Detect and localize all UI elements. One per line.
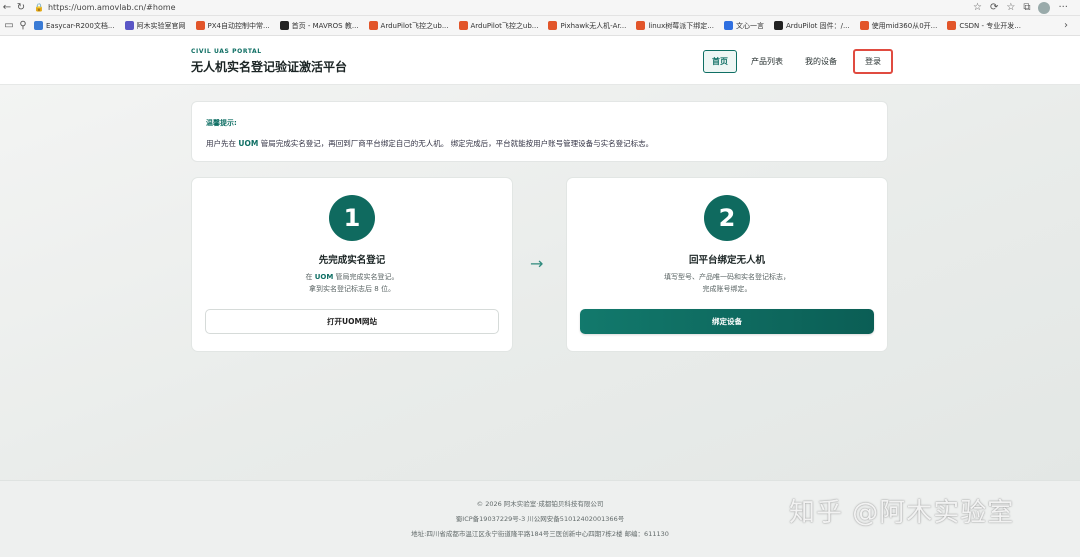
nav-home[interactable]: 首页 — [703, 50, 737, 73]
bookmark-item[interactable]: 文心一言 — [723, 21, 764, 31]
bookmarks-bar: ▭ ⚲ Easycar-R200文档... 阿木实验室官网 PX4自动控制中常...… — [0, 16, 1080, 36]
step-desc-uom: UOM — [314, 273, 334, 281]
bookmark-favicon-icon — [368, 21, 378, 30]
notice-body-suffix: 管局完成实名登记，再回到厂商平台绑定自己的无人机。 绑定完成后，平台就能按用户账… — [260, 139, 654, 148]
bookmark-label: 文心一言 — [735, 21, 764, 30]
zhihu-watermark: 知乎 @阿木实验室 — [789, 498, 1015, 528]
bookmarks-overflow-icon[interactable]: › — [1064, 20, 1068, 31]
step-card-register: 1 先完成实名登记 在 UOM 管局完成实名登记。 拿到实名登记标志后 8 位。… — [191, 177, 513, 352]
lock-icon: 🔒 — [34, 3, 44, 12]
step-desc-line2: 完成账号绑定。 — [702, 285, 752, 293]
notice-body-uom: UOM — [238, 139, 259, 148]
search-icon[interactable]: ⚲ — [16, 19, 30, 33]
back-icon[interactable]: ← — [0, 1, 14, 15]
step-desc-suffix: 管局完成实名登记。 — [335, 273, 399, 281]
collections-icon[interactable]: ⧉ — [1023, 2, 1030, 13]
page-title: 无人机实名登记验证激活平台 — [191, 60, 348, 74]
nav-products[interactable]: 产品列表 — [743, 51, 791, 72]
bookmark-label: 使用mid360从0开... — [871, 21, 938, 30]
bookmark-item[interactable]: 阿木实验室官网 — [124, 21, 186, 31]
bookmark-item[interactable]: PX4自动控制中常... — [195, 21, 270, 31]
bookmark-item[interactable]: 首页 - MAVROS 教... — [279, 21, 359, 31]
step-title: 先完成实名登记 — [318, 255, 386, 266]
bookmark-label: ArduPilot飞控之ub... — [380, 21, 449, 30]
site-header: CIVIL UAS PORTAL 无人机实名登记验证激活平台 首页 产品列表 我… — [0, 36, 1080, 85]
step-desc-line1: 填写型号、产品唯一码和实名登记标志， — [664, 273, 790, 281]
bookmark-label: 阿木实验室官网 — [136, 21, 186, 30]
bookmark-label: 首页 - MAVROS 教... — [291, 21, 359, 30]
reading-mode-icon[interactable]: ▭ — [2, 19, 16, 33]
step-desc-line2: 拿到实名登记标志后 8 位。 — [309, 285, 395, 293]
step-description: 填写型号、产品唯一码和实名登记标志， 完成账号绑定。 — [567, 271, 887, 295]
notice-card: 温馨提示: 用户先在 UOM 管局完成实名登记，再回到厂商平台绑定自己的无人机。… — [191, 101, 888, 162]
bookmark-label: CSDN - 专业开发... — [959, 21, 1021, 30]
main-nav: 首页 产品列表 我的设备 登录 — [703, 49, 899, 74]
step-card-bind: 2 回平台绑定无人机 填写型号、产品唯一码和实名登记标志， 完成账号绑定。 绑定… — [566, 177, 888, 352]
bookmark-label: ArduPilot 固件：/... — [785, 21, 850, 30]
bookmark-label: Pixhawk无人机-Ar... — [560, 21, 627, 30]
bookmark-item[interactable]: Pixhawk无人机-Ar... — [548, 21, 626, 31]
more-menu-icon[interactable]: ··· — [1058, 2, 1068, 13]
bookmark-label: PX4自动控制中常... — [207, 21, 270, 30]
notice-body-prefix: 用户先在 — [206, 139, 236, 148]
bookmark-item[interactable]: CSDN - 专业开发... — [947, 21, 1021, 31]
footer-address: 地址:四川省成都市温江区永宁街道隆平路184号三医创新中心四期7栋2楼 邮编：6… — [411, 530, 669, 538]
step-number-badge: 2 — [704, 195, 750, 241]
bookmark-item[interactable]: ArduPilot 固件：/... — [773, 21, 850, 31]
bookmark-favicon-icon — [458, 21, 468, 30]
bookmark-item[interactable]: ArduPilot飞控之ub... — [458, 21, 539, 31]
brand-eyebrow: CIVIL UAS PORTAL — [191, 48, 262, 55]
main-content: 温馨提示: 用户先在 UOM 管局完成实名登记，再回到厂商平台绑定自己的无人机。… — [0, 85, 1080, 480]
bookmark-favicon-icon — [947, 21, 957, 30]
bookmark-favicon-icon — [636, 21, 646, 30]
bookmark-item[interactable]: 使用mid360从0开... — [859, 21, 938, 31]
bookmark-favicon-icon — [279, 21, 289, 30]
bookmark-favicon-icon — [773, 21, 783, 30]
address-bar[interactable]: 🔒 https://uom.amovlab.cn/#home — [34, 2, 973, 14]
open-uom-button[interactable]: 打开UOM网站 — [205, 309, 499, 334]
extensions-icon[interactable]: ⟳ — [990, 2, 998, 13]
bookmark-favicon-icon — [195, 21, 205, 30]
url-text: https://uom.amovlab.cn/#home — [47, 3, 176, 12]
bookmark-favicon-icon — [723, 21, 733, 30]
arrow-right-icon: → — [530, 254, 544, 273]
browser-toolbar: ← ↻ 🔒 https://uom.amovlab.cn/#home ☆ ⟳ ☆… — [0, 0, 1080, 16]
bookmark-favicon-icon — [859, 21, 869, 30]
bookmark-item[interactable]: Easycar-R200文档... — [34, 21, 115, 31]
notice-body: 用户先在 UOM 管局完成实名登记，再回到厂商平台绑定自己的无人机。 绑定完成后… — [206, 138, 653, 149]
bookmark-item[interactable]: linux树莓派下绑定... — [636, 21, 714, 31]
bookmark-label: linux树莓派下绑定... — [648, 21, 714, 30]
profile-avatar-icon[interactable] — [1038, 1, 1051, 14]
star-icon[interactable]: ☆ — [973, 2, 982, 13]
bookmark-favicon-icon — [124, 21, 134, 30]
notice-title: 温馨提示: — [206, 119, 237, 127]
reload-icon[interactable]: ↻ — [14, 1, 28, 15]
nav-login[interactable]: 登录 — [853, 49, 893, 74]
bookmark-label: ArduPilot飞控之ub... — [470, 21, 539, 30]
bookmark-label: Easycar-R200文档... — [46, 21, 115, 30]
favorites-icon[interactable]: ☆ — [1006, 2, 1015, 13]
step-desc-prefix: 在 — [305, 273, 313, 281]
bookmark-item[interactable]: ArduPilot飞控之ub... — [368, 21, 449, 31]
bookmark-favicon-icon — [34, 21, 43, 30]
step-title: 回平台绑定无人机 — [688, 255, 765, 266]
bind-device-button[interactable]: 绑定设备 — [580, 309, 874, 334]
step-number-badge: 1 — [329, 195, 375, 241]
step-description: 在 UOM 管局完成实名登记。 拿到实名登记标志后 8 位。 — [192, 271, 512, 295]
nav-my-devices[interactable]: 我的设备 — [797, 51, 845, 72]
bookmark-favicon-icon — [548, 21, 558, 30]
